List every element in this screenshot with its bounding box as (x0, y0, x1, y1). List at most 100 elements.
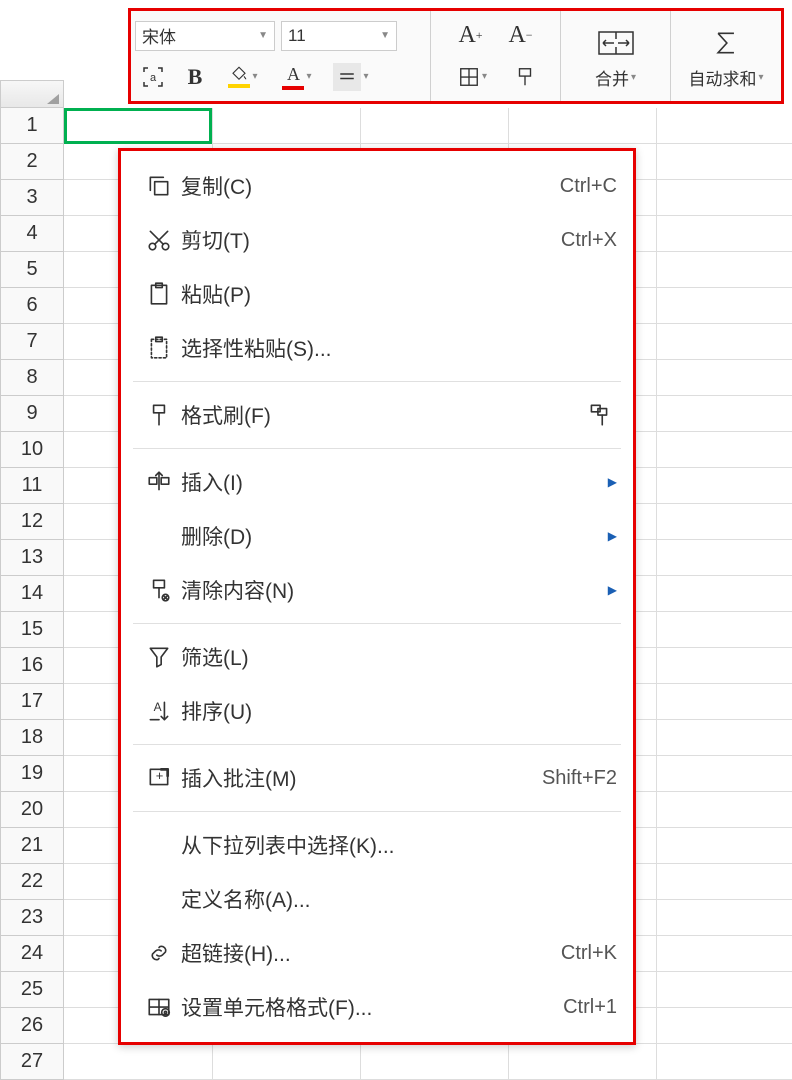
chevron-down-icon: ▾ (306, 71, 311, 82)
row-header[interactable]: 22 (0, 864, 64, 900)
format-painter-button[interactable] (507, 59, 543, 95)
menu-item-item[interactable]: 删除(D)▶ (121, 509, 633, 563)
row-header[interactable]: 1 (0, 108, 64, 144)
row-header[interactable]: 15 (0, 612, 64, 648)
align-button[interactable]: ▾ (327, 59, 375, 95)
menu-label: 清除内容(N) (181, 575, 597, 605)
menu-separator (133, 623, 621, 624)
row-header[interactable]: 12 (0, 504, 64, 540)
row-header[interactable]: 26 (0, 1008, 64, 1044)
menu-item-format-painter[interactable]: 格式刷(F) (121, 388, 633, 442)
bucket-icon (229, 65, 249, 83)
cell-format-icon (137, 994, 181, 1020)
filter-icon (137, 644, 181, 670)
font-color-button[interactable]: A ▾ (273, 59, 321, 95)
row-header[interactable]: 9 (0, 396, 64, 432)
menu-label: 从下拉列表中选择(K)... (181, 830, 617, 860)
submenu-arrow-icon: ▶ (597, 583, 617, 597)
fill-color-button[interactable]: ▾ (219, 59, 267, 95)
svg-text:+: + (156, 768, 164, 783)
menu-shortcut: Ctrl+K (561, 942, 617, 965)
menu-item-cut[interactable]: 剪切(T)Ctrl+X (121, 213, 633, 267)
menu-item-cell-format[interactable]: 设置单元格格式(F)...Ctrl+1 (121, 980, 633, 1034)
font-color-a-icon: A (287, 64, 300, 85)
chevron-down-icon: ▾ (363, 71, 368, 82)
menu-separator (133, 811, 621, 812)
borders-button[interactable]: ▾ (449, 59, 497, 95)
decrease-font-button[interactable]: A− (503, 18, 539, 54)
menu-item-insert[interactable]: 插入(I)▶ (121, 455, 633, 509)
menu-shortcut: Ctrl+1 (563, 996, 617, 1019)
font-name-dropdown[interactable]: 宋体 ▼ (135, 21, 275, 51)
menu-label: 排序(U) (181, 696, 617, 726)
clear-icon (137, 577, 181, 603)
select-all-corner[interactable] (0, 80, 64, 108)
row-header[interactable]: 13 (0, 540, 64, 576)
row-header[interactable]: 10 (0, 432, 64, 468)
increase-font-button[interactable]: A+ (453, 18, 489, 54)
menu-item-paste-special[interactable]: 选择性粘贴(S)... (121, 321, 633, 375)
row-header[interactable]: 4 (0, 216, 64, 252)
font-size-dropdown[interactable]: 11 ▼ (281, 21, 397, 51)
menu-item-sort[interactable]: A 排序(U) (121, 684, 633, 738)
row-header[interactable]: 24 (0, 936, 64, 972)
row-header[interactable]: 18 (0, 720, 64, 756)
menu-item-item[interactable]: 从下拉列表中选择(K)... (121, 818, 633, 872)
row-header[interactable]: 11 (0, 468, 64, 504)
row-header[interactable]: 25 (0, 972, 64, 1008)
menu-item-link[interactable]: 超链接(H)...Ctrl+K (121, 926, 633, 980)
row-header[interactable]: 16 (0, 648, 64, 684)
row-header[interactable]: 21 (0, 828, 64, 864)
cell-row[interactable] (64, 1044, 792, 1080)
row-header[interactable]: 20 (0, 792, 64, 828)
row-header[interactable]: 27 (0, 1044, 64, 1080)
menu-item-filter[interactable]: 筛选(L) (121, 630, 633, 684)
row-header[interactable]: 14 (0, 576, 64, 612)
menu-separator (133, 448, 621, 449)
borders-icon (458, 66, 480, 88)
sigma-icon (709, 28, 743, 58)
merge-button[interactable]: 合并▾ (565, 15, 666, 97)
cell-row[interactable] (64, 108, 792, 144)
row-header[interactable]: 19 (0, 756, 64, 792)
row-header[interactable]: 7 (0, 324, 64, 360)
row-header[interactable]: 8 (0, 360, 64, 396)
row-headers: 1234567891011121314151617181920212223242… (0, 108, 64, 1080)
font-size-section: A+ A− ▾ (431, 11, 561, 101)
row-header[interactable]: 6 (0, 288, 64, 324)
autosum-section: 自动求和▾ (671, 11, 781, 101)
format-painter2-icon (581, 402, 617, 428)
row-header[interactable]: 5 (0, 252, 64, 288)
row-header[interactable]: 2 (0, 144, 64, 180)
chevron-down-icon: ▾ (252, 71, 257, 82)
menu-label: 粘贴(P) (181, 279, 617, 309)
align-icon (338, 68, 356, 86)
bold-button[interactable]: B (177, 59, 213, 95)
menu-label: 插入(I) (181, 467, 597, 497)
menu-item-item[interactable]: 定义名称(A)... (121, 872, 633, 926)
row-header[interactable]: 3 (0, 180, 64, 216)
menu-item-comment[interactable]: +插入批注(M)Shift+F2 (121, 751, 633, 805)
paste-icon (137, 281, 181, 307)
merge-icon (596, 29, 636, 57)
scan-icon[interactable]: a (135, 59, 171, 95)
menu-separator (133, 381, 621, 382)
merge-section: 合并▾ (561, 11, 671, 101)
context-menu: 复制(C)Ctrl+C剪切(T)Ctrl+X 粘贴(P) 选择性粘贴(S)... 格式… (118, 148, 636, 1045)
menu-label: 格式刷(F) (181, 400, 581, 430)
format-painter-icon (514, 66, 536, 88)
link-icon (137, 940, 181, 966)
row-header[interactable]: 23 (0, 900, 64, 936)
menu-shortcut: Ctrl+C (560, 175, 617, 198)
insert-icon (137, 469, 181, 495)
chevron-down-icon: ▾ (631, 72, 636, 83)
paste-special-icon (137, 335, 181, 361)
row-header[interactable]: 17 (0, 684, 64, 720)
svg-text:A: A (154, 700, 162, 714)
formatting-toolbar: 宋体 ▼ 11 ▼ a B (128, 8, 784, 104)
menu-item-copy[interactable]: 复制(C)Ctrl+C (121, 159, 633, 213)
autosum-button[interactable]: 自动求和▾ (675, 15, 777, 97)
menu-shortcut: Ctrl+X (561, 229, 617, 252)
menu-item-clear[interactable]: 清除内容(N)▶ (121, 563, 633, 617)
menu-item-paste[interactable]: 粘贴(P) (121, 267, 633, 321)
